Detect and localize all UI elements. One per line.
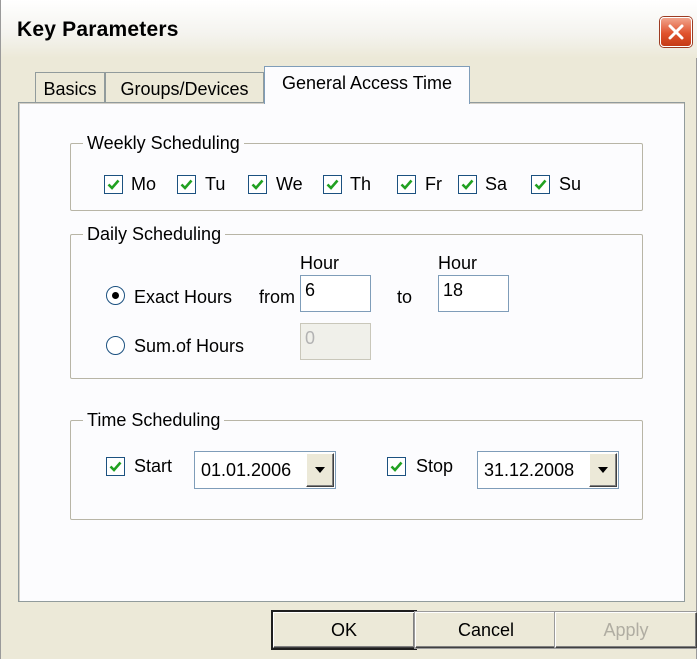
cancel-button[interactable]: Cancel bbox=[415, 612, 557, 648]
weekly-scheduling-group: Weekly Scheduling Mo Tu We Th Fr Sa Su bbox=[70, 132, 643, 211]
day-label-su: Su bbox=[559, 174, 582, 194]
from-hour-input[interactable]: 6 bbox=[300, 275, 371, 312]
sum-of-hours-input: 0 bbox=[300, 323, 371, 360]
dropdown-button[interactable] bbox=[306, 453, 334, 487]
checkmark-icon bbox=[251, 179, 264, 190]
to-label: to bbox=[397, 287, 413, 307]
checkbox-we[interactable] bbox=[248, 175, 267, 194]
daily-scheduling-group: Daily Scheduling Hour Hour Exact Hours f… bbox=[70, 223, 643, 379]
checkmark-icon bbox=[400, 179, 413, 190]
start-label: Start bbox=[134, 456, 173, 476]
checkbox-stop[interactable] bbox=[387, 457, 406, 476]
checkmark-icon bbox=[107, 179, 120, 190]
day-label-we: We bbox=[276, 174, 303, 194]
checkbox-mo[interactable] bbox=[104, 175, 123, 194]
stop-label: Stop bbox=[416, 456, 454, 476]
checkmark-icon bbox=[534, 179, 547, 190]
day-label-th: Th bbox=[350, 174, 372, 194]
checkbox-fr[interactable] bbox=[397, 175, 416, 194]
radio-sum-of-hours[interactable] bbox=[106, 336, 125, 355]
dropdown-button[interactable] bbox=[589, 453, 617, 487]
weekly-scheduling-title: Weekly Scheduling bbox=[83, 132, 244, 154]
key-parameters-dialog: Key Parameters Basics Groups/Devices Gen… bbox=[0, 0, 697, 659]
checkmark-icon bbox=[461, 179, 474, 190]
chevron-down-icon bbox=[315, 467, 325, 473]
sum-of-hours-label: Sum.of Hours bbox=[134, 336, 245, 356]
checkmark-icon bbox=[109, 461, 122, 472]
title-bar: Key Parameters bbox=[1, 0, 697, 58]
to-hour-input[interactable]: 18 bbox=[438, 275, 509, 312]
start-date-select[interactable]: 01.01.2006 bbox=[194, 451, 336, 489]
close-button[interactable] bbox=[660, 17, 692, 47]
day-label-fr: Fr bbox=[425, 174, 442, 194]
radio-exact-hours[interactable] bbox=[106, 286, 125, 305]
window-title: Key Parameters bbox=[17, 18, 179, 41]
checkbox-su[interactable] bbox=[531, 175, 550, 194]
tab-groups-devices[interactable]: Groups/Devices bbox=[105, 72, 264, 104]
day-label-tu: Tu bbox=[205, 174, 226, 194]
general-access-time-panel: Weekly Scheduling Mo Tu We Th Fr Sa Su D… bbox=[18, 102, 685, 602]
tab-basics[interactable]: Basics bbox=[35, 72, 105, 104]
tab-general-access-time[interactable]: General Access Time bbox=[264, 66, 470, 104]
hour-label-to: Hour bbox=[438, 253, 478, 273]
hour-label-from: Hour bbox=[300, 253, 340, 273]
ok-button[interactable]: OK bbox=[273, 612, 415, 648]
checkmark-icon bbox=[180, 179, 193, 190]
checkbox-start[interactable] bbox=[106, 457, 125, 476]
chevron-down-icon bbox=[598, 467, 608, 473]
time-scheduling-group: Time Scheduling Start 01.01.2006 Stop 31… bbox=[70, 409, 643, 520]
checkmark-icon bbox=[390, 461, 403, 472]
from-label: from bbox=[259, 287, 295, 307]
day-label-mo: Mo bbox=[131, 174, 157, 194]
checkbox-tu[interactable] bbox=[177, 175, 196, 194]
stop-date-select[interactable]: 31.12.2008 bbox=[477, 451, 619, 489]
checkbox-th[interactable] bbox=[323, 175, 342, 194]
checkmark-icon bbox=[326, 179, 339, 190]
time-scheduling-title: Time Scheduling bbox=[83, 409, 225, 431]
apply-button: Apply bbox=[555, 612, 697, 648]
daily-scheduling-title: Daily Scheduling bbox=[83, 223, 226, 245]
exact-hours-label: Exact Hours bbox=[134, 287, 233, 307]
close-icon bbox=[668, 24, 684, 40]
checkbox-sa[interactable] bbox=[458, 175, 477, 194]
day-label-sa: Sa bbox=[485, 174, 508, 194]
